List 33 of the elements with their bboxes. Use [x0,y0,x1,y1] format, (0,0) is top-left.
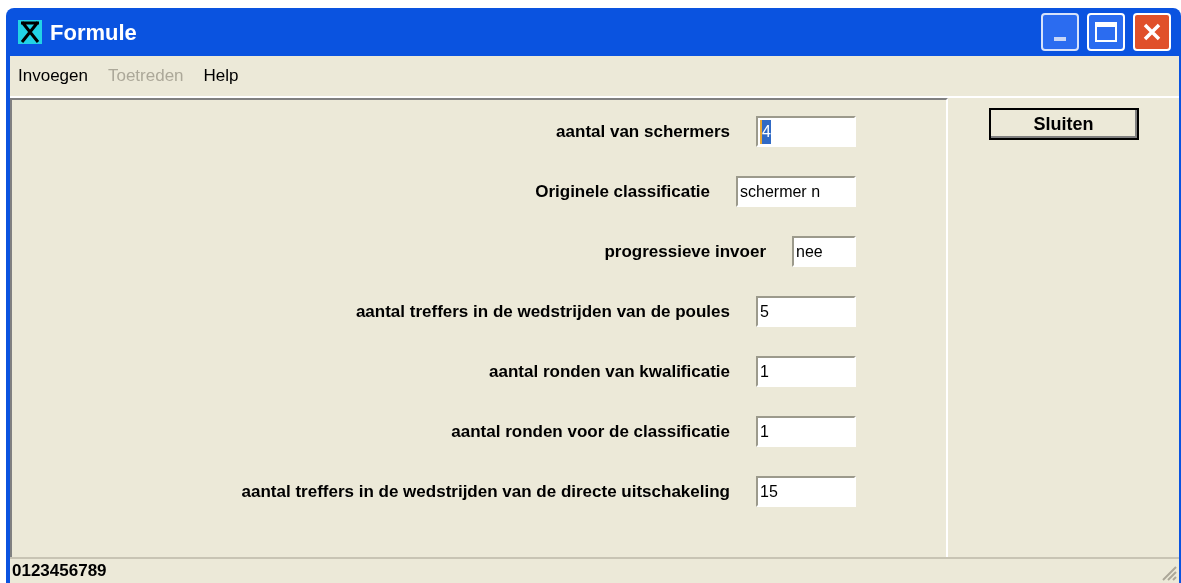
field-label: aantal van schermers [556,120,730,143]
field-value: 15 [760,481,778,502]
field-value: 1 [760,361,769,382]
sluiten-button[interactable]: Sluiten [988,108,1139,140]
field-value: 5 [760,301,769,322]
input-field[interactable]: 4 [756,116,856,147]
close-button[interactable] [1133,13,1171,51]
input-field[interactable]: nee [792,236,856,267]
field-label: progressieve invoer [604,240,766,263]
field-value: schermer n [740,181,821,202]
field-label: aantal treffers in de wedstrijden van de directe uitschakeling [241,480,730,503]
field-value: nee [796,241,823,262]
field-label: Originele classificatie [535,180,710,203]
menu-item[interactable]: Invoegen [18,63,88,89]
close-icon [1142,22,1162,42]
app-icon [18,20,42,44]
input-field[interactable]: schermer n [736,176,856,207]
field-label: aantal ronden voor de classificatie [451,420,730,443]
status-text: 0123456789 [12,560,108,583]
input-field[interactable]: 1 [756,416,856,447]
input-field[interactable]: 5 [756,296,856,327]
input-field[interactable]: 15 [756,476,856,507]
minimize-icon [1054,37,1066,41]
menu-item[interactable]: Help [203,63,239,89]
input-field[interactable]: 1 [756,356,856,387]
field-label: aantal ronden van kwalificatie [489,360,730,383]
minimize-button[interactable] [1041,13,1079,51]
field-label: aantal treffers in de wedstrijden van de poules [355,300,730,323]
maximize-button[interactable] [1087,13,1125,51]
maximize-icon [1095,22,1117,42]
field-value: 4 [760,119,771,144]
field-value: 1 [760,421,769,442]
window-title: Formule [50,18,138,47]
